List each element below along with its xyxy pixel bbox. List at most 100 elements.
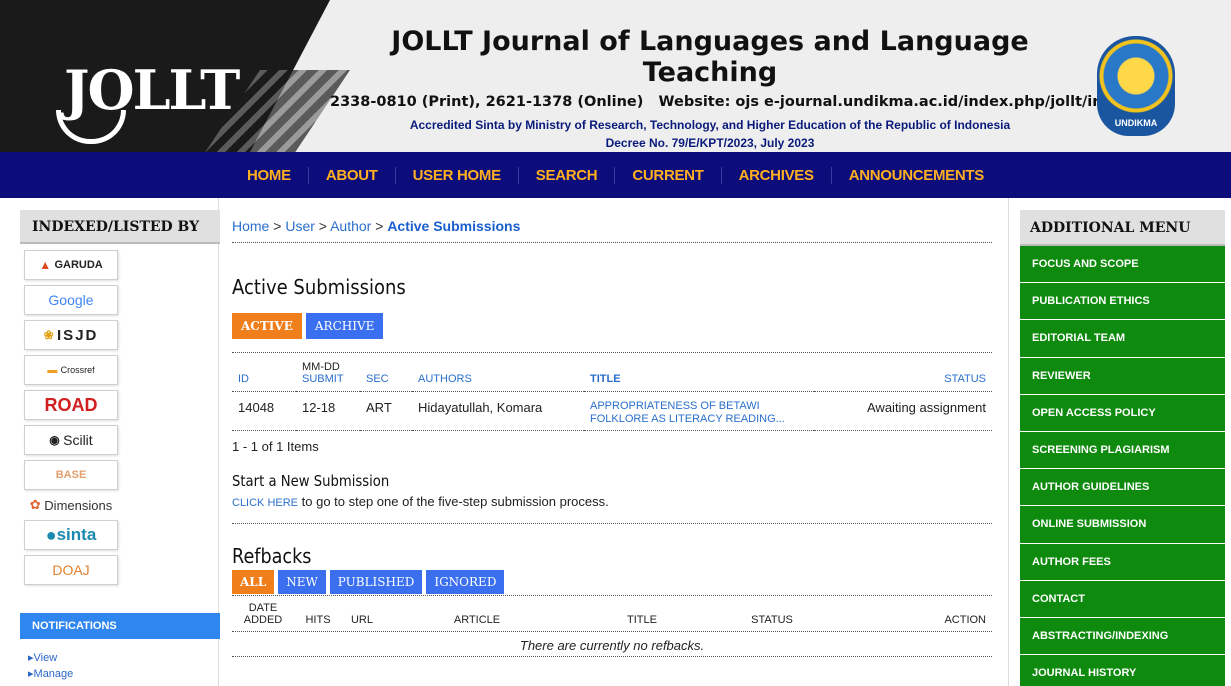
- submission-title-link[interactable]: APPROPRIATENESS OF BETAWI FOLKLORE AS LIT…: [590, 400, 808, 426]
- nav-search[interactable]: SEARCH: [517, 166, 615, 184]
- menu-online-submission[interactable]: ONLINE SUBMISSION: [1020, 506, 1225, 544]
- ref-col-article: ARTICLE: [453, 614, 501, 626]
- ref-col-date: DATE ADDED: [232, 602, 294, 631]
- journal-logo[interactable]: JOLLT: [28, 22, 240, 144]
- breadcrumb-author[interactable]: Author: [330, 218, 371, 234]
- tab-archive[interactable]: ARCHIVE: [305, 313, 384, 339]
- breadcrumb-sep: >: [273, 218, 282, 234]
- col-date-top: MM-DD: [302, 361, 340, 373]
- ref-col-url: URL: [350, 614, 373, 626]
- title-line: FOLKLORE AS LITERACY READING...: [590, 413, 785, 425]
- breadcrumb-user[interactable]: User: [285, 218, 315, 234]
- nav-archives[interactable]: ARCHIVES: [720, 166, 831, 184]
- breadcrumb-current[interactable]: Active Submissions: [387, 218, 520, 234]
- new-submission-desc: to go to step one of the five-step submi…: [298, 494, 609, 509]
- nav-about[interactable]: ABOUT: [307, 166, 395, 184]
- breadcrumb-sep: >: [318, 218, 327, 234]
- tab-all[interactable]: ALL: [232, 570, 275, 594]
- ref-col-title: TITLE: [627, 614, 657, 626]
- indexer-isjd[interactable]: ❀ ISJD: [24, 320, 118, 350]
- indexer-label: ISJD: [57, 326, 99, 344]
- menu-author-fees[interactable]: AUTHOR FEES: [1020, 543, 1225, 581]
- nav-announcements[interactable]: ANNOUNCEMENTS: [830, 166, 1001, 184]
- menu-publication-ethics[interactable]: PUBLICATION ETHICS: [1020, 283, 1225, 321]
- indexer-garuda[interactable]: ▲ GARUDA: [24, 250, 118, 280]
- indexer-sinta[interactable]: ● sinta: [24, 520, 118, 550]
- page-title: Active Submissions: [232, 275, 406, 299]
- indexer-label: Crossref: [60, 365, 95, 375]
- indexer-label: sinta: [56, 525, 97, 544]
- link-label: Manage: [33, 668, 74, 680]
- ref-col-date-top: DATE: [248, 602, 278, 614]
- table-row: 14048 12-18 ART Hidayatullah, Komara APP…: [232, 391, 992, 431]
- notification-view-link[interactable]: ▸View: [28, 651, 220, 664]
- menu-author-guidelines[interactable]: AUTHOR GUIDELINES: [1020, 469, 1225, 507]
- link-label: View: [33, 652, 58, 664]
- breadcrumb-sep: >: [375, 218, 384, 234]
- cell-authors: Hidayatullah, Komara: [412, 391, 584, 431]
- col-id[interactable]: ID: [232, 361, 296, 392]
- site-title: JOLLT Journal of Languages and Language …: [391, 26, 1029, 88]
- new-submission-text: CLICK HERE to go to step one of the five…: [232, 494, 992, 524]
- tab-new[interactable]: NEW: [278, 570, 326, 594]
- indexer-label: BASE: [55, 469, 87, 481]
- cell-status: Awaiting assignment: [814, 391, 992, 431]
- col-date[interactable]: MM-DD SUBMIT: [296, 361, 360, 392]
- indexed-heading: INDEXED/LISTED BY: [20, 210, 220, 244]
- tab-active[interactable]: ACTIVE: [232, 313, 302, 339]
- submissions-table: ID MM-DD SUBMIT SEC AUTHORS TITLE STATUS …: [232, 361, 992, 431]
- indexer-crossref[interactable]: ▬ Crossref: [24, 355, 118, 385]
- notification-links: ▸View ▸Manage: [20, 639, 220, 680]
- nav-user-home[interactable]: USER HOME: [394, 166, 518, 184]
- ref-col-action: ACTION: [944, 614, 986, 626]
- indexer-base[interactable]: BASE: [24, 460, 118, 490]
- title-line: APPROPRIATENESS OF BETAWI: [590, 400, 760, 412]
- nav-home[interactable]: HOME: [230, 167, 308, 184]
- menu-screening-plagiarism[interactable]: SCREENING PLAGIARISM: [1020, 431, 1225, 470]
- menu-focus-scope[interactable]: FOCUS AND SCOPE: [1020, 246, 1225, 284]
- site-issn: 2338-0810 (Print), 2621-1378 (Online) We…: [330, 94, 1133, 110]
- right-sidebar: ADDITIONAL MENU FOCUS AND SCOPE PUBLICAT…: [1020, 210, 1225, 686]
- menu-journal-history[interactable]: JOURNAL HISTORY: [1020, 655, 1225, 686]
- emblem-label: UNDIKMA: [1114, 118, 1158, 128]
- menu-reviewer[interactable]: REVIEWER: [1020, 357, 1225, 395]
- menu-contact[interactable]: CONTACT: [1020, 580, 1225, 618]
- indexer-doaj[interactable]: DOAJ: [24, 555, 118, 585]
- ref-col-date-bottom: ADDED: [243, 614, 283, 626]
- col-sec[interactable]: SEC: [360, 361, 412, 392]
- indexer-label: Dimensions: [44, 497, 113, 513]
- site-header: JOLLT JOLLT Journal of Languages and Lan…: [0, 0, 1231, 152]
- table-header-row: ID MM-DD SUBMIT SEC AUTHORS TITLE STATUS: [232, 361, 992, 392]
- nav-current[interactable]: CURRENT: [614, 166, 720, 184]
- menu-open-access[interactable]: OPEN ACCESS POLICY: [1020, 394, 1225, 432]
- logo-text: JOLLT: [64, 58, 240, 122]
- additional-menu-heading: ADDITIONAL MENU: [1020, 210, 1225, 246]
- indexer-google[interactable]: Google: [24, 285, 118, 315]
- notification-manage-link[interactable]: ▸Manage: [28, 667, 220, 680]
- cell-title[interactable]: APPROPRIATENESS OF BETAWI FOLKLORE AS LIT…: [584, 391, 814, 431]
- menu-abstracting-indexing[interactable]: ABSTRACTING/INDEXING: [1020, 617, 1225, 656]
- click-here-link[interactable]: CLICK HERE: [232, 497, 298, 509]
- cell-date: 12-18: [296, 391, 360, 431]
- indexer-label: DOAJ: [52, 562, 90, 578]
- site-decree: Decree No. 79/E/KPT/2023, July 2023: [605, 136, 815, 150]
- col-authors[interactable]: AUTHORS: [412, 361, 584, 392]
- indexer-scilit[interactable]: ◉ Scilit: [24, 425, 118, 455]
- tab-published[interactable]: PUBLISHED: [329, 570, 423, 594]
- cell-id: 14048: [232, 391, 296, 431]
- cell-sec: ART: [360, 391, 412, 431]
- tab-ignored[interactable]: IGNORED: [426, 570, 505, 594]
- menu-editorial-team[interactable]: EDITORIAL TEAM: [1020, 320, 1225, 358]
- breadcrumb-home[interactable]: Home: [232, 218, 269, 234]
- indexer-list: ▲ GARUDA Google ❀ ISJD ▬ Crossref ROAD ◉…: [20, 244, 220, 585]
- items-count: 1 - 1 of 1 Items: [232, 439, 319, 454]
- col-status[interactable]: STATUS: [814, 361, 992, 392]
- right-divider: [1008, 198, 1009, 686]
- col-title[interactable]: TITLE: [584, 361, 814, 392]
- indexer-dimensions[interactable]: ✿ Dimensions: [24, 495, 118, 515]
- refbacks-header-row: DATE ADDED HITS URL ARTICLE TITLE STATUS …: [232, 602, 992, 631]
- indexer-road[interactable]: ROAD: [24, 390, 118, 420]
- ref-col-status: STATUS: [751, 614, 793, 626]
- indexer-label: ROAD: [44, 394, 98, 415]
- main-content: Home > User > Author > Active Submission…: [232, 218, 992, 657]
